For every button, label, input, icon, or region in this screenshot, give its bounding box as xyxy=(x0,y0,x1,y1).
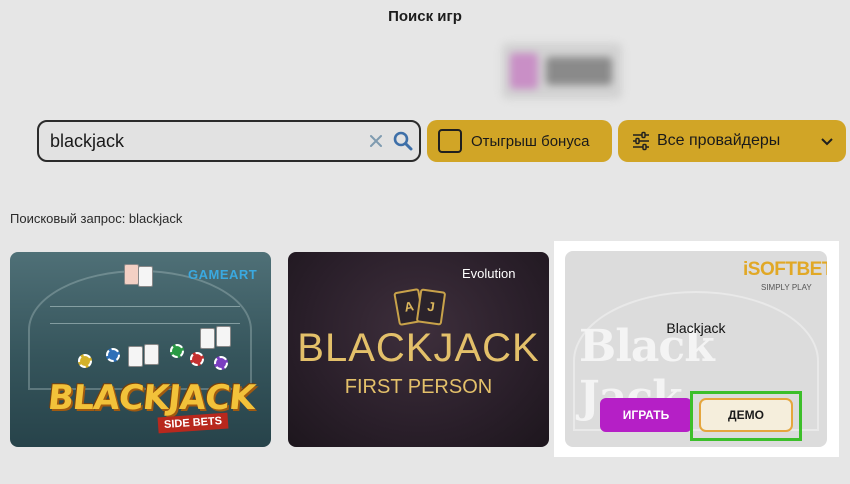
play-button[interactable]: ИГРАТЬ xyxy=(600,398,692,432)
search-input[interactable] xyxy=(50,126,350,156)
search-icon[interactable] xyxy=(392,130,414,152)
game-card-blackjack-side-bets[interactable]: GAMEART BLACKJACK SIDE BETS xyxy=(10,252,271,447)
provider-tagline: SIMPLY PLAY xyxy=(761,283,812,292)
sliders-icon xyxy=(630,130,652,152)
game-name: Blackjack xyxy=(666,320,726,336)
game-subtitle-art: FIRST PERSON xyxy=(344,376,493,398)
game-title-art: BLACKJACK xyxy=(297,326,540,370)
providers-label: Все провайдеры xyxy=(657,132,781,149)
game-card-blackjack-first-person[interactable]: Evolution A J BLACKJACK FIRST PERSON xyxy=(288,252,549,447)
chip-icon xyxy=(214,356,228,370)
card-image xyxy=(200,328,215,349)
table-band xyxy=(50,306,240,324)
provider-logo: Evolution xyxy=(462,266,516,281)
cards-icon: A J xyxy=(388,288,458,328)
demo-highlight-box xyxy=(690,391,802,441)
providers-dropdown[interactable]: Все провайдеры xyxy=(618,120,846,162)
chip-icon xyxy=(190,352,204,366)
search-box xyxy=(37,120,421,162)
close-icon[interactable] xyxy=(366,131,386,151)
card-image xyxy=(144,344,159,365)
chip-icon xyxy=(170,344,184,358)
game-subtitle-art: SIDE BETS xyxy=(157,412,229,434)
provider-logo: GAMEART xyxy=(188,267,258,282)
bonus-filter-label: Отыгрыш бонуса xyxy=(471,132,590,150)
chip-icon xyxy=(106,348,120,362)
chip-icon xyxy=(78,354,92,368)
search-query-label: Поисковый запрос: blackjack xyxy=(10,211,183,226)
bonus-checkbox[interactable] xyxy=(438,129,462,153)
card-image xyxy=(128,346,143,367)
provider-logo: iSOFTBET xyxy=(743,259,827,280)
chevron-down-icon xyxy=(819,133,835,149)
card-image xyxy=(138,266,153,287)
blurred-logo xyxy=(502,43,622,99)
bonus-wagering-filter[interactable]: Отыгрыш бонуса xyxy=(427,120,612,162)
card-image xyxy=(216,326,231,347)
card-image xyxy=(124,264,139,285)
page-title: Поиск игр xyxy=(388,8,462,25)
jack-card: J xyxy=(415,288,447,326)
